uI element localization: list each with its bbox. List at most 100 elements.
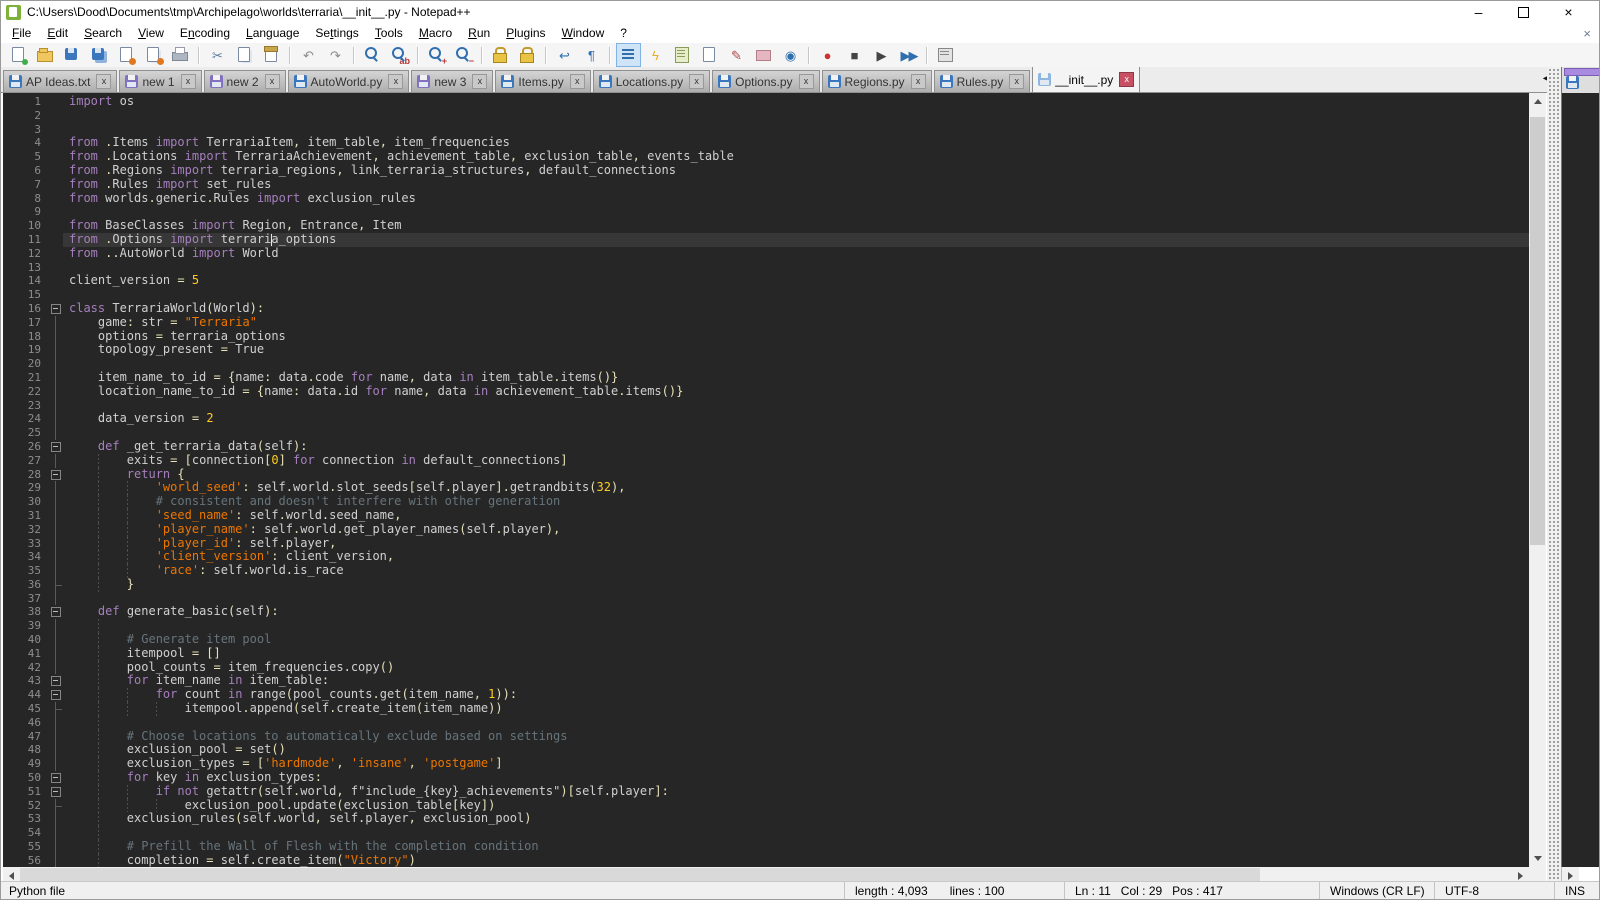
tab-close-icon[interactable]: x [799, 74, 814, 89]
code-line[interactable]: 43 for item_name in item_table: [3, 674, 1529, 688]
show-all-characters-icon[interactable]: ¶ [579, 43, 604, 67]
tab-autoworld-py[interactable]: AutoWorld.pyx [288, 70, 410, 92]
show-indent-guide-icon[interactable] [616, 43, 641, 67]
fold-collapse-icon[interactable] [49, 771, 63, 785]
fold-collapse-icon[interactable] [49, 468, 63, 482]
code-line[interactable]: 3 [3, 123, 1529, 137]
code-line[interactable]: 56 completion = self.create_item("Victor… [3, 854, 1529, 867]
code-line[interactable]: 7from .Rules import set_rules [3, 178, 1529, 192]
restore-button[interactable] [1501, 1, 1546, 23]
tab-close-icon[interactable]: x [689, 74, 704, 89]
menu-item-plugins[interactable]: Plugins [498, 24, 553, 42]
code-line[interactable]: 15 [3, 288, 1529, 302]
save-all-icon[interactable] [87, 43, 112, 67]
code-line[interactable]: 31 'seed_name': self.world.seed_name, [3, 509, 1529, 523]
code-line[interactable]: 12from ..AutoWorld import World [3, 247, 1529, 261]
code-line[interactable]: 20 [3, 357, 1529, 371]
sync-horizontal-scroll-icon[interactable] [515, 43, 540, 67]
menu-item-file[interactable]: File [4, 24, 39, 42]
code-line[interactable]: 19 topology_present = True [3, 343, 1529, 357]
second-view-editor[interactable] [1562, 93, 1600, 867]
menu-item-settings[interactable]: Settings [307, 24, 366, 42]
view-splitter-handle[interactable] [1547, 67, 1561, 884]
code-line[interactable]: 45 itempool.append(self.create_item(item… [3, 702, 1529, 716]
macro-run-multiple-icon[interactable]: ▶▶ [896, 43, 921, 67]
fold-collapse-icon[interactable] [49, 674, 63, 688]
replace-icon[interactable]: ab [387, 43, 412, 67]
open-file-icon[interactable] [33, 43, 58, 67]
code-line[interactable]: 25 [3, 426, 1529, 440]
vertical-scrollbar-thumb[interactable] [1530, 117, 1545, 545]
close-button[interactable]: × [1546, 1, 1591, 23]
fold-collapse-icon[interactable] [49, 688, 63, 702]
status-eol-format[interactable]: Windows (CR LF) [1319, 882, 1434, 899]
function-list-icon[interactable]: ϟ [643, 43, 668, 67]
tab-rules-py[interactable]: Rules.pyx [934, 70, 1031, 92]
code-line[interactable]: 54 [3, 826, 1529, 840]
code-line[interactable]: 4from .Items import TerrariaItem, item_t… [3, 136, 1529, 150]
folder-as-workspace-icon[interactable] [751, 43, 776, 67]
menu-item-macro[interactable]: Macro [411, 24, 460, 42]
code-line[interactable]: 49 exclusion_types = ['hardmode', 'insan… [3, 757, 1529, 771]
tab-new-3[interactable]: new 3x [411, 70, 493, 92]
menu-item-encoding[interactable]: Encoding [172, 24, 238, 42]
tab-close-icon[interactable]: x [472, 74, 487, 89]
code-line[interactable]: 9 [3, 205, 1529, 219]
tab-ap-ideas-txt[interactable]: AP Ideas.txtx [3, 70, 117, 92]
zoom-out-icon[interactable]: − [451, 43, 476, 67]
menu-item-view[interactable]: View [130, 24, 172, 42]
close-all-icon[interactable] [141, 43, 166, 67]
code-line[interactable]: 51 if not getattr(self.world, f"include_… [3, 785, 1529, 799]
tab-new-1[interactable]: new 1x [119, 70, 201, 92]
tab-options-py[interactable]: Options.pyx [712, 70, 819, 92]
new-file-icon[interactable] [6, 43, 31, 67]
print-icon[interactable] [168, 43, 193, 67]
tab-close-icon[interactable]: x [1009, 74, 1024, 89]
code-line[interactable]: 37 [3, 592, 1529, 606]
code-line[interactable]: 6from .Regions import terraria_regions, … [3, 164, 1529, 178]
code-line[interactable]: 5from .Locations import TerrariaAchievem… [3, 150, 1529, 164]
code-line[interactable]: 44 for count in range(pool_counts.get(it… [3, 688, 1529, 702]
macro-stop-icon[interactable]: ■ [842, 43, 867, 67]
code-line[interactable]: 48 exclusion_pool = set() [3, 743, 1529, 757]
code-line[interactable]: 55 # Prefill the Wall of Flesh with the … [3, 840, 1529, 854]
code-line[interactable]: 40 # Generate item pool [3, 633, 1529, 647]
code-line[interactable]: 29 'world_seed': self.world.slot_seeds[s… [3, 481, 1529, 495]
tab-items-py[interactable]: Items.pyx [495, 70, 590, 92]
menu-item-tools[interactable]: Tools [367, 24, 411, 42]
code-line[interactable]: 18 options = terraria_options [3, 330, 1529, 344]
minimize-button[interactable]: – [1456, 1, 1501, 23]
code-line[interactable]: 47 # Choose locations to automatically e… [3, 730, 1529, 744]
code-line[interactable]: 50 for key in exclusion_types: [3, 771, 1529, 785]
code-line[interactable]: 36 } [3, 578, 1529, 592]
code-line[interactable]: 33 'player_id': self.player, [3, 537, 1529, 551]
macro-save-icon[interactable] [933, 43, 958, 67]
code-line[interactable]: 35 'race': self.world.is_race [3, 564, 1529, 578]
vertical-scrollbar[interactable] [1529, 93, 1546, 867]
document-map-icon[interactable] [670, 43, 695, 67]
code-line[interactable]: 1import os [3, 95, 1529, 109]
tab-close-icon[interactable]: x [265, 74, 280, 89]
menu-item-language[interactable]: Language [238, 24, 307, 42]
redo-icon[interactable]: ↷ [323, 43, 348, 67]
code-line[interactable]: 26 def _get_terraria_data(self): [3, 440, 1529, 454]
code-line[interactable]: 52 exclusion_pool.update(exclusion_table… [3, 799, 1529, 813]
code-line[interactable]: 42 pool_counts = item_frequencies.copy() [3, 661, 1529, 675]
code-line[interactable]: 16class TerrariaWorld(World): [3, 302, 1529, 316]
menu-item-search[interactable]: Search [76, 24, 130, 42]
tab-close-icon[interactable]: x [911, 74, 926, 89]
code-line[interactable]: 8from worlds.generic.Rules import exclus… [3, 192, 1529, 206]
find-icon[interactable] [360, 43, 385, 67]
tab-close-icon[interactable]: x [96, 74, 111, 89]
code-line[interactable]: 32 'player_name': self.world.get_player_… [3, 523, 1529, 537]
code-line[interactable]: 27 exits = [connection[0] for connection… [3, 454, 1529, 468]
fold-collapse-icon[interactable] [49, 605, 63, 619]
code-line[interactable]: 21 item_name_to_id = {name: data.code fo… [3, 371, 1529, 385]
status-encoding[interactable]: UTF-8 [1434, 882, 1554, 899]
code-line[interactable]: 39 [3, 619, 1529, 633]
code-line[interactable]: 41 itempool = [] [3, 647, 1529, 661]
copy-icon[interactable] [232, 43, 257, 67]
tab-close-icon[interactable]: x [570, 74, 585, 89]
code-line[interactable]: 17 game: str = "Terraria" [3, 316, 1529, 330]
fold-collapse-icon[interactable] [49, 302, 63, 316]
